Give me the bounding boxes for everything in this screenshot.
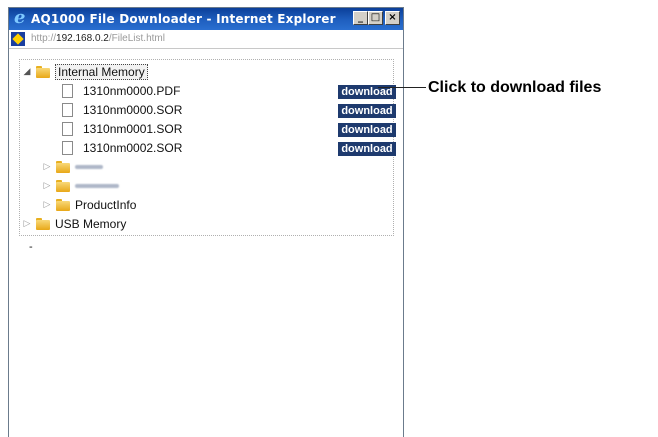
url-text[interactable]: http://192.168.0.2/FileList.html xyxy=(31,33,165,44)
file-icon xyxy=(62,122,73,136)
file-name: 1310nm0000.PDF xyxy=(83,84,181,98)
folder-icon xyxy=(36,218,50,230)
tree-node-label: ProductInfo xyxy=(75,198,137,212)
expanded-arrow-icon[interactable]: ◢ xyxy=(22,67,32,77)
download-button[interactable]: download xyxy=(338,123,396,137)
window-title: AQ1000 File Downloader - Internet Explor… xyxy=(31,12,336,26)
blurred-folder-name xyxy=(75,165,103,169)
internet-explorer-icon: e xyxy=(14,7,26,28)
file-tree: ◢ Internal Memory 1310nm0000.PDF downloa… xyxy=(19,59,396,236)
tree-node-label: USB Memory xyxy=(55,217,127,231)
folder-icon xyxy=(56,180,70,192)
collapsed-arrow-icon[interactable]: ▷ xyxy=(22,219,32,229)
download-button[interactable]: download xyxy=(338,142,396,156)
tree-node-subfolder[interactable]: ▷ xyxy=(42,158,103,176)
tree-node-productinfo[interactable]: ▷ ProductInfo xyxy=(42,196,137,214)
url-scheme: http:// xyxy=(31,33,57,44)
tree-file-row[interactable]: 1310nm0001.SOR xyxy=(62,120,182,138)
tree-file-row[interactable]: 1310nm0000.SOR xyxy=(62,101,182,119)
blurred-folder-name xyxy=(75,184,119,188)
tree-node-subfolder[interactable]: ▷ xyxy=(42,177,119,195)
folder-icon xyxy=(56,199,70,211)
file-icon xyxy=(62,103,73,117)
close-button[interactable]: × xyxy=(385,11,400,25)
tree-node-label: Internal Memory xyxy=(55,64,148,80)
stray-text: - xyxy=(29,241,33,253)
window-controls: _ □ × xyxy=(353,11,400,25)
tree-file-row[interactable]: 1310nm0000.PDF xyxy=(62,82,180,100)
file-name: 1310nm0002.SOR xyxy=(83,141,183,155)
address-bar[interactable]: http://192.168.0.2/FileList.html xyxy=(9,30,403,49)
collapsed-arrow-icon[interactable]: ▷ xyxy=(42,200,52,210)
tree-node-usb-memory[interactable]: ▷ USB Memory xyxy=(22,215,127,233)
tree-file-row[interactable]: 1310nm0002.SOR xyxy=(62,139,182,157)
collapsed-arrow-icon[interactable]: ▷ xyxy=(42,181,52,191)
folder-icon xyxy=(36,66,50,78)
callout-line xyxy=(378,87,426,88)
folder-icon xyxy=(56,161,70,173)
file-icon xyxy=(62,84,73,98)
file-name: 1310nm0000.SOR xyxy=(83,103,183,117)
download-button[interactable]: download xyxy=(338,104,396,118)
url-path: /FileList.html xyxy=(108,33,165,44)
url-host: 192.168.0.2 xyxy=(56,33,109,44)
tree-node-internal-memory[interactable]: ◢ Internal Memory xyxy=(22,63,148,81)
callout-text: Click to download files xyxy=(428,79,602,96)
collapsed-arrow-icon[interactable]: ▷ xyxy=(42,162,52,172)
browser-window: e AQ1000 File Downloader - Internet Expl… xyxy=(8,7,404,437)
minimize-button[interactable]: _ xyxy=(353,11,368,25)
file-name: 1310nm0001.SOR xyxy=(83,122,183,136)
maximize-button[interactable]: □ xyxy=(368,11,383,25)
page-icon xyxy=(11,32,25,46)
file-icon xyxy=(62,141,73,155)
title-bar[interactable]: e AQ1000 File Downloader - Internet Expl… xyxy=(9,8,403,30)
